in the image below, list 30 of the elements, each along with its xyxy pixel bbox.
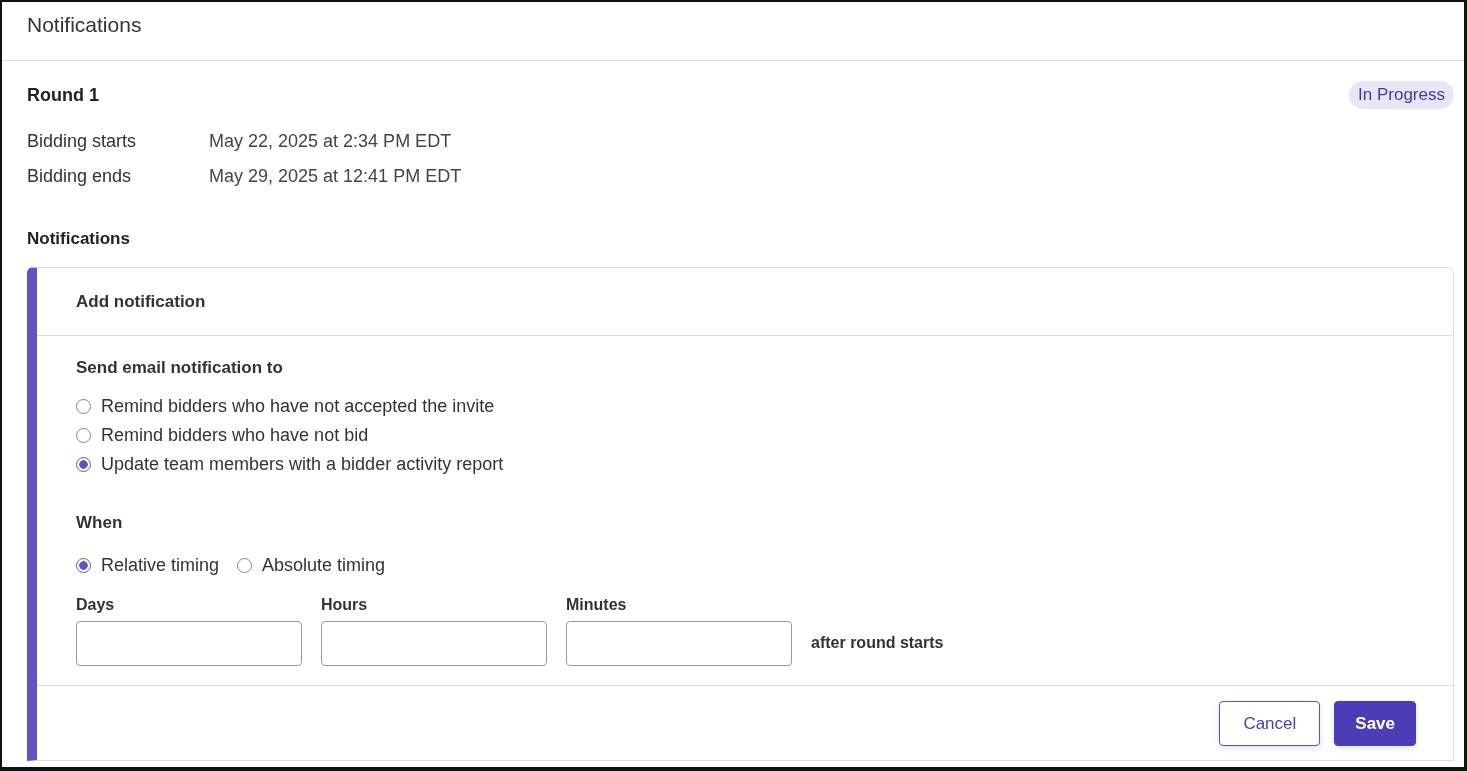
field-label: Hours — [321, 596, 369, 614]
field-label: Days — [76, 596, 116, 614]
option-label: Update team members with a bidder activity report — [101, 454, 504, 475]
detail-label: Bidding ends — [27, 166, 133, 187]
cancel-button[interactable]: Cancel — [1219, 701, 1321, 746]
radio-button[interactable] — [76, 428, 91, 443]
option-label: Absolute timing — [262, 555, 386, 576]
radio-button[interactable] — [237, 558, 253, 573]
detail-label: Bidding starts — [27, 131, 138, 152]
card-title: Add notification — [76, 291, 206, 312]
radio-button[interactable] — [76, 399, 91, 414]
radio-button[interactable] — [76, 558, 91, 573]
radio-button[interactable] — [76, 457, 91, 472]
timing-suffix: after round starts — [811, 634, 944, 653]
option-label: Remind bidders who have not accepted the invite — [101, 396, 495, 417]
input-field[interactable] — [76, 621, 302, 666]
detail-value: May 29, 2025 at 12:41 PM EDT — [209, 166, 463, 187]
when-label: When — [76, 513, 124, 533]
status-badge: In Progress — [1349, 81, 1454, 109]
option-label: Relative timing — [101, 555, 220, 576]
field-label: Minutes — [566, 596, 628, 614]
input-field[interactable] — [566, 621, 792, 666]
section-heading: Notifications — [27, 229, 131, 249]
round-title: Round 1 — [27, 84, 99, 106]
option-label: Remind bidders who have not bid — [101, 425, 369, 446]
detail-value: May 22, 2025 at 2:34 PM EDT — [209, 131, 453, 152]
save-button[interactable]: Save — [1334, 701, 1416, 746]
recipients-label: Send email notification to — [76, 358, 284, 378]
page-title: Notifications — [27, 13, 142, 37]
input-field[interactable] — [321, 621, 547, 666]
